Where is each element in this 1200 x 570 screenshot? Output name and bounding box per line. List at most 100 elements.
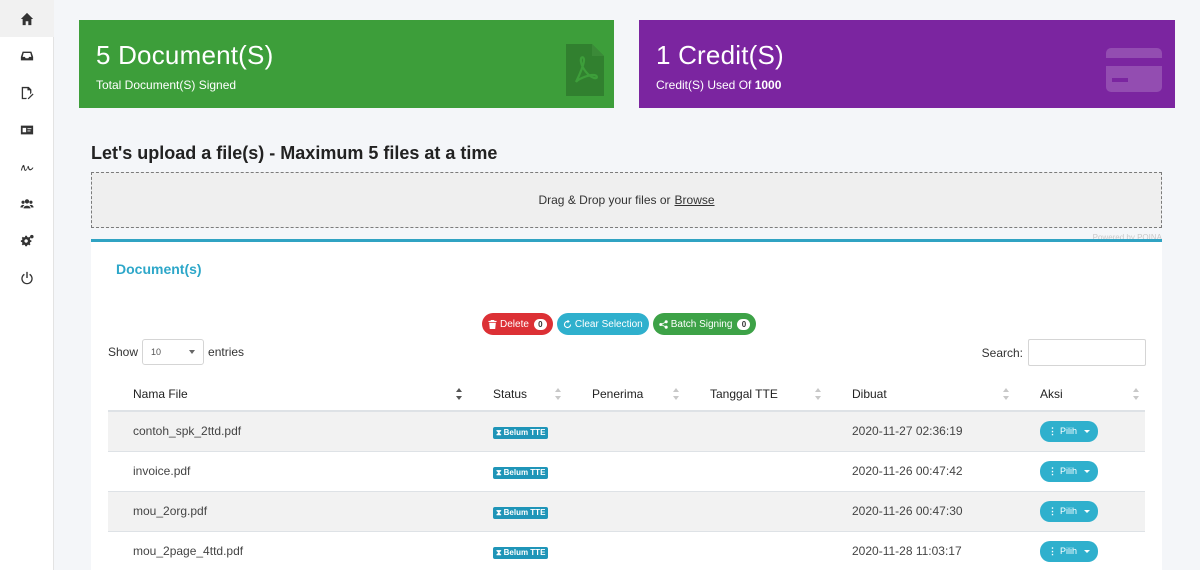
delete-button[interactable]: Delete 0 [482, 313, 553, 335]
sidebar-item-inbox[interactable] [0, 37, 54, 74]
caret-down-icon [1084, 509, 1091, 513]
pilih-dropdown-button[interactable]: ⋮ Pilih [1040, 420, 1099, 442]
hourglass-icon: ⧗ [496, 507, 502, 517]
batch-signing-button[interactable]: Batch Signing 0 [652, 313, 757, 335]
delete-count-badge: 0 [533, 318, 547, 330]
upload-title: Let's upload a file(s) - Maximum 5 files… [91, 143, 498, 163]
table-row[interactable]: invoice.pdf ⧗ Belum TTE 2020-11-26 00:47:… [108, 450, 1145, 491]
recipient-cell [567, 450, 685, 491]
hourglass-icon: ⧗ [496, 427, 502, 437]
status-badge: ⧗ Belum TTE [493, 506, 549, 519]
sidebar-item-users[interactable] [0, 185, 54, 222]
col-aksi[interactable]: Aksi [1015, 378, 1145, 412]
search-input[interactable] [1028, 339, 1146, 366]
col-status[interactable]: Status [468, 378, 567, 412]
trash-icon [488, 319, 497, 329]
file-name: invoice.pdf [108, 450, 468, 491]
documents-count: 5 Document(S) [96, 40, 274, 70]
sidebar [0, 0, 54, 570]
search-label: Search: [981, 345, 1023, 360]
chevron-down-icon [189, 350, 196, 354]
hourglass-icon: ⧗ [496, 467, 502, 477]
pilih-dropdown-button[interactable]: ⋮ Pilih [1040, 460, 1099, 482]
sort-icon [1133, 388, 1139, 400]
caret-down-icon [1084, 549, 1091, 553]
table-row[interactable]: contoh_spk_2ttd.pdf ⧗ Belum TTE 2020-11-2… [108, 410, 1145, 451]
caret-down-icon [1084, 469, 1091, 473]
created-date: 2020-11-26 00:47:30 [827, 490, 1015, 531]
home-icon [20, 12, 34, 25]
batch-signing-label: Batch Signing [670, 318, 733, 330]
show-label: Show [108, 345, 139, 359]
file-name: mou_2org.pdf [108, 490, 468, 531]
file-dropzone[interactable]: Drag & Drop your files or Browse [91, 172, 1162, 228]
table-row[interactable]: mou_2page_4ttd.pdf ⧗ Belum TTE 2020-11-28… [108, 530, 1145, 570]
sign-date-cell [685, 530, 827, 570]
recipient-cell [567, 530, 685, 570]
bulk-actions: Delete 0 Clear Selection Batch Signing 0 [482, 313, 757, 335]
delete-label: Delete [500, 318, 529, 330]
ellipsis-vertical-icon: ⋮ [1048, 425, 1057, 436]
created-date: 2020-11-27 02:36:19 [827, 410, 1015, 451]
search-control: Search: [982, 339, 1146, 366]
documents-title: Document(s) [116, 261, 202, 277]
table-row[interactable]: mou_2org.pdf ⧗ Belum TTE 2020-11-26 00:47… [108, 490, 1145, 531]
pdf-file-icon [566, 44, 604, 96]
ellipsis-vertical-icon: ⋮ [1048, 505, 1057, 516]
col-penerima[interactable]: Penerima [567, 378, 685, 412]
file-sign-icon [21, 86, 34, 99]
id-card-icon [20, 125, 34, 134]
caret-down-icon [1084, 429, 1091, 433]
ellipsis-vertical-icon: ⋮ [1048, 545, 1057, 556]
col-tanggal-tte[interactable]: Tanggal TTE [685, 378, 827, 412]
entries-value: 10 [151, 347, 162, 357]
credits-count: 1 Credit(S) [656, 40, 784, 70]
col-nama-file[interactable]: Nama File [108, 378, 468, 412]
created-date: 2020-11-26 00:47:42 [827, 450, 1015, 491]
sidebar-item-settings[interactable] [0, 222, 54, 259]
pilih-dropdown-button[interactable]: ⋮ Pilih [1040, 500, 1099, 522]
signature-icon [20, 164, 34, 171]
credit-card-icon [1106, 48, 1162, 92]
clear-selection-label: Clear Selection [574, 318, 643, 330]
created-date: 2020-11-28 11:03:17 [827, 530, 1015, 570]
pilih-dropdown-button[interactable]: ⋮ Pilih [1040, 540, 1099, 562]
documents-signed-card: 5 Document(S) Total Document(S) Signed [79, 20, 614, 108]
power-icon [21, 271, 33, 284]
documents-caption: Total Document(S) Signed [96, 78, 237, 92]
sidebar-item-home[interactable] [0, 0, 54, 37]
file-name: contoh_spk_2ttd.pdf [108, 410, 468, 451]
table-header-row: Nama File Status Penerima Tanggal TTE Di… [108, 378, 1145, 412]
batch-count-badge: 0 [737, 318, 751, 330]
sidebar-item-id-card[interactable] [0, 111, 54, 148]
sort-icon [1003, 388, 1009, 400]
documents-panel: Document(s) Delete 0 Clear Selection Bat… [91, 239, 1162, 570]
status-badge: ⧗ Belum TTE [493, 466, 549, 479]
clear-selection-button[interactable]: Clear Selection [556, 313, 649, 335]
recipient-cell [567, 410, 685, 451]
inbox-icon [20, 51, 34, 60]
entries-label: entries [208, 345, 245, 359]
refresh-icon [563, 319, 572, 328]
documents-table: Nama File Status Penerima Tanggal TTE Di… [108, 378, 1145, 570]
col-dibuat[interactable]: Dibuat [827, 378, 1015, 412]
ellipsis-vertical-icon: ⋮ [1048, 465, 1057, 476]
sign-date-cell [685, 490, 827, 531]
entries-select[interactable]: 10 [142, 339, 205, 365]
settings-icon [20, 234, 34, 246]
browse-link[interactable]: Browse [675, 193, 715, 207]
sort-icon [815, 388, 821, 400]
entries-control: Show 10 entries [108, 339, 244, 365]
sign-date-cell [685, 410, 827, 451]
sort-icon [673, 388, 679, 400]
sidebar-item-logout[interactable] [0, 259, 54, 296]
sort-icon [555, 388, 561, 400]
hourglass-icon: ⧗ [496, 547, 502, 557]
sort-icon [456, 388, 462, 400]
sidebar-item-signature[interactable] [0, 148, 54, 185]
status-badge: ⧗ Belum TTE [493, 546, 549, 559]
recipient-cell [567, 490, 685, 531]
sidebar-item-sign-document[interactable] [0, 74, 54, 111]
credits-caption: Credit(S) Used Of 1000 [656, 78, 782, 92]
credits-total: 1000 [754, 78, 782, 92]
